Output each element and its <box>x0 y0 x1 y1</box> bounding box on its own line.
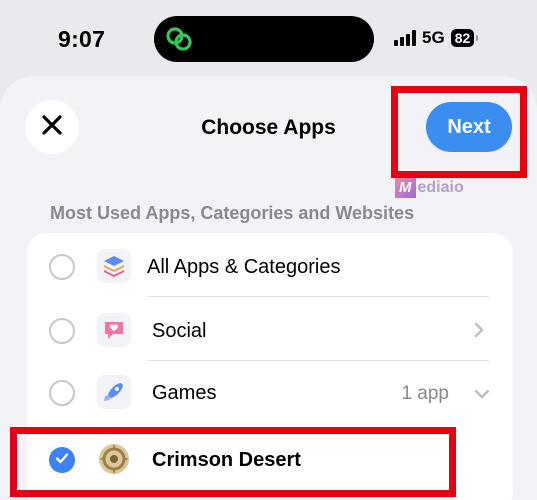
watermark-text: ediaio <box>417 179 464 196</box>
status-time: 9:07 <box>58 26 106 52</box>
social-heart-icon <box>97 313 131 347</box>
list-item-label: Games <box>152 382 217 404</box>
selected-row-highlight <box>10 427 456 497</box>
watermark: M ediaio <box>395 178 490 198</box>
radio-button[interactable] <box>49 254 75 280</box>
radio-button[interactable] <box>49 318 75 344</box>
battery-icon: 82 <box>450 29 478 47</box>
list-item-all-apps[interactable]: All Apps & Categories <box>27 235 513 297</box>
radio-button[interactable] <box>49 380 75 406</box>
list-item-social[interactable]: Social <box>27 299 513 361</box>
network-type: 5G <box>422 28 445 47</box>
dynamic-island <box>154 16 374 62</box>
list-item-games[interactable]: Games 1 app <box>27 361 513 423</box>
list-item-label: Social <box>152 320 207 342</box>
app-count: 1 app <box>401 383 449 404</box>
status-indicators: 5G 82 <box>394 28 478 48</box>
section-header: Most Used Apps, Categories and Websites <box>50 203 415 223</box>
link-icon <box>164 24 194 59</box>
signal-icon <box>394 30 416 46</box>
divider <box>147 296 489 297</box>
rocket-icon <box>97 375 131 409</box>
stack-icon <box>97 249 131 283</box>
next-button-highlight <box>391 86 527 178</box>
list-item-label: All Apps & Categories <box>147 256 341 278</box>
chevron-right-icon <box>473 321 485 344</box>
watermark-logo: M <box>395 178 416 198</box>
chevron-down-icon[interactable] <box>473 387 491 405</box>
